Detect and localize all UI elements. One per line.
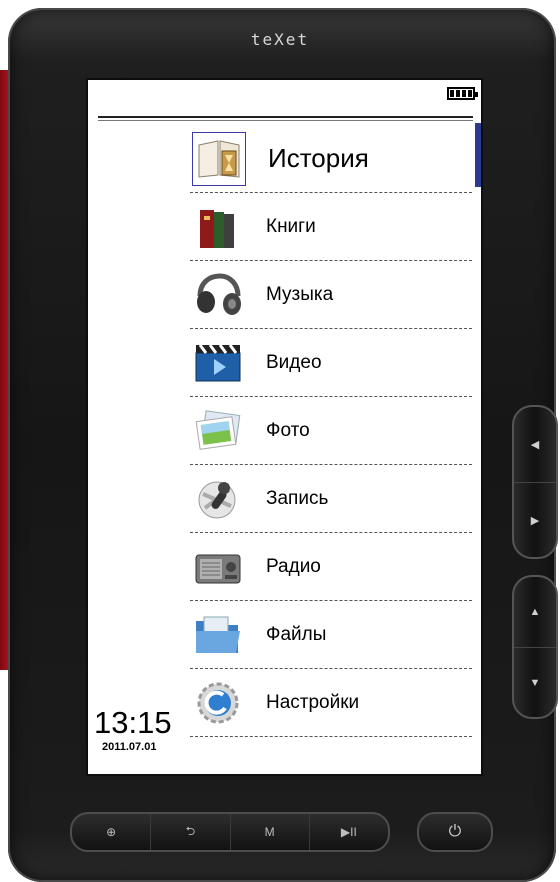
nav-up-button[interactable]: ▲ bbox=[514, 577, 556, 647]
radio-icon bbox=[192, 541, 244, 593]
menu-item-label: История bbox=[268, 143, 369, 173]
zoom-button[interactable]: ⊕ bbox=[72, 814, 150, 850]
menu-item-label: Файлы bbox=[266, 623, 327, 645]
back-button[interactable]: ⮌ bbox=[150, 814, 229, 850]
header-divider-thin bbox=[98, 120, 473, 121]
menu-item-photo[interactable]: Фото bbox=[190, 397, 472, 465]
page-prev-button[interactable]: ◀ bbox=[514, 407, 556, 482]
menu-item-label: Видео bbox=[266, 351, 322, 373]
selection-indicator bbox=[475, 123, 481, 187]
play-pause-button[interactable]: ▶II bbox=[308, 814, 388, 850]
headphones-icon bbox=[192, 269, 244, 321]
page-turn-rocker: ◀ ▶ bbox=[512, 405, 558, 559]
menu-item-settings[interactable]: Настройки bbox=[190, 669, 472, 737]
screen: История Книги Музыка Видео Фото Запись Р… bbox=[88, 80, 481, 774]
photo-icon bbox=[192, 405, 244, 457]
settings-gear-icon bbox=[192, 677, 244, 729]
menu-item-video[interactable]: Видео bbox=[190, 329, 472, 397]
menu-item-books[interactable]: Книги bbox=[190, 193, 472, 261]
menu-item-files[interactable]: Файлы bbox=[190, 601, 472, 669]
power-button[interactable]: ⏻ bbox=[417, 812, 493, 852]
navigation-rocker: ▲ ▼ bbox=[512, 575, 558, 719]
menu-item-radio[interactable]: Радио bbox=[190, 533, 472, 601]
clapperboard-video-icon bbox=[192, 337, 244, 389]
menu-item-record[interactable]: Запись bbox=[190, 465, 472, 533]
folder-files-icon bbox=[192, 609, 244, 661]
battery-icon bbox=[447, 87, 478, 100]
microphone-icon bbox=[192, 473, 244, 525]
clock-time: 13:15 bbox=[94, 705, 172, 740]
menu-item-label: Книги bbox=[266, 215, 316, 237]
clock-date: 2011.07.01 bbox=[102, 741, 157, 753]
menu-item-music[interactable]: Музыка bbox=[190, 261, 472, 329]
books-icon bbox=[192, 201, 244, 253]
menu-item-label: Фото bbox=[266, 419, 310, 441]
brand-logo: teXet bbox=[250, 30, 310, 49]
nav-down-button[interactable]: ▼ bbox=[514, 647, 556, 718]
history-book-hourglass-icon bbox=[192, 131, 246, 186]
menu-item-label: Радио bbox=[266, 555, 321, 577]
bottom-button-bar: ⊕ ⮌ M ▶II bbox=[70, 812, 390, 852]
menu-item-history[interactable]: История bbox=[190, 123, 481, 193]
menu-item-label: Музыка bbox=[266, 283, 334, 305]
main-menu: История Книги Музыка Видео Фото Запись Р… bbox=[190, 123, 481, 737]
header-divider bbox=[98, 116, 473, 118]
page-next-button[interactable]: ▶ bbox=[514, 482, 556, 558]
menu-item-label: Запись bbox=[266, 487, 329, 509]
menu-item-label: Настройки bbox=[266, 691, 360, 713]
menu-button[interactable]: M bbox=[229, 814, 309, 850]
